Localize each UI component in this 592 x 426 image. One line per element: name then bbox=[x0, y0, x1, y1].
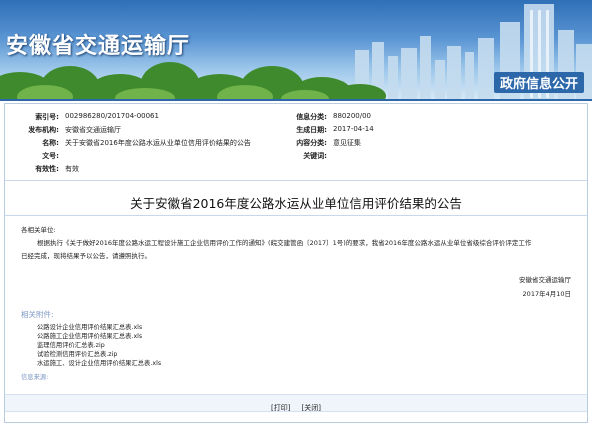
attachment-link[interactable]: 试验检测信用评价汇总表.zip bbox=[37, 349, 117, 358]
index-no-value: 002986280/201704-00061 bbox=[65, 112, 159, 120]
content-category-label: 内容分类: bbox=[296, 139, 327, 147]
category-value: 880200/00 bbox=[333, 112, 371, 120]
publisher-label: 发布机构: bbox=[28, 126, 59, 134]
gov-open-link[interactable]: 政府信息公开 bbox=[493, 72, 584, 93]
attachment-link[interactable]: 水运施工、设计企业信用评价结果汇总表.xls bbox=[37, 358, 161, 367]
index-no-label: 索引号: bbox=[35, 113, 59, 121]
attachments-label: 相关附件: bbox=[21, 310, 54, 319]
meta-row: 名称: 关于安徽省2016年度公路水运从业单位信用评价结果的公告 内容分类: 意… bbox=[5, 138, 587, 151]
meta-row: 有效性: 有效 bbox=[5, 164, 587, 177]
content-frame: 索引号: 002986280/201704-00061 信息分类: 880200… bbox=[4, 103, 588, 423]
signer: 安徽省交通运输厅 bbox=[519, 276, 571, 284]
document-title: 关于安徽省2016年度公路水运从业单位信用评价结果的公告 bbox=[130, 196, 462, 211]
body-paragraph-line-2: 已经完成，现将结果予以公告，请遵照执行。 bbox=[21, 252, 151, 260]
source-label: 信息来源: bbox=[21, 374, 49, 381]
validity-label: 有效性: bbox=[35, 165, 59, 173]
name-label: 名称: bbox=[42, 139, 59, 147]
doc-no-label: 文号: bbox=[42, 152, 59, 160]
site-title: 安徽省交通运输厅 bbox=[6, 34, 191, 59]
body-paragraph-line-1: 根据执行《关于做好2016年度公路水运工程设计施工企业信用评价工作的通知》(皖交… bbox=[37, 239, 532, 247]
attachment-link[interactable]: 公路设计企业信用评价结果汇总表.xls bbox=[37, 322, 142, 331]
close-button[interactable]: [关闭] bbox=[302, 404, 321, 412]
sign-date: 2017年4月10日 bbox=[522, 290, 571, 298]
header-banner: 安徽省交通运输厅 政府信息公开 bbox=[0, 0, 592, 101]
attachment-link[interactable]: 监理信用评价汇总表.zip bbox=[37, 340, 105, 349]
validity-value: 有效 bbox=[65, 165, 79, 173]
content-category-value: 意见征集 bbox=[333, 139, 361, 147]
meta-table: 索引号: 002986280/201704-00061 信息分类: 880200… bbox=[5, 108, 587, 180]
meta-row: 索引号: 002986280/201704-00061 信息分类: 880200… bbox=[5, 112, 587, 125]
name-value: 关于安徽省2016年度公路水运从业单位信用评价结果的公告 bbox=[65, 139, 251, 147]
action-bar: [打印] [关闭] bbox=[5, 394, 587, 412]
meta-row: 文号: 关键词: bbox=[5, 151, 587, 164]
print-button[interactable]: [打印] bbox=[271, 404, 290, 412]
keywords-label: 关键词: bbox=[303, 152, 327, 160]
divider bbox=[5, 215, 587, 216]
attachment-link[interactable]: 公路施工企业信用评价结果汇总表.xls bbox=[37, 331, 142, 340]
category-label: 信息分类: bbox=[296, 113, 327, 121]
date-label: 生成日期: bbox=[296, 126, 327, 134]
publisher-value: 安徽省交通运输厅 bbox=[65, 126, 121, 134]
meta-row: 发布机构: 安徽省交通运输厅 生成日期: 2017-04-14 bbox=[5, 125, 587, 138]
salutation: 各相关单位: bbox=[21, 226, 56, 234]
date-value: 2017-04-14 bbox=[333, 125, 374, 133]
